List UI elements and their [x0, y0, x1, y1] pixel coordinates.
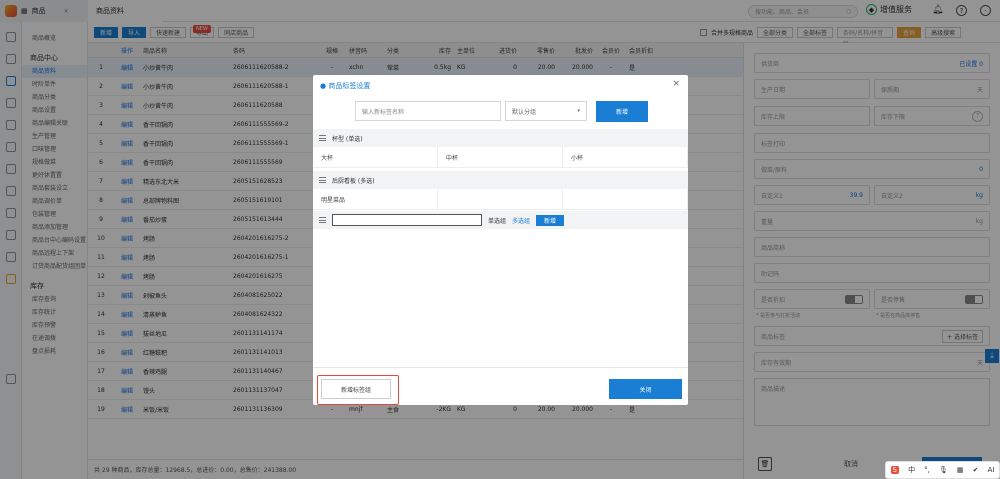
group-cup-size-title: 杯型 (单选)	[332, 135, 363, 143]
multi-select-option[interactable]: 多选组	[512, 216, 530, 225]
drag-handle-icon[interactable]	[319, 135, 326, 141]
group-kitchen-board-header: 后厨看板 (多选)	[313, 171, 688, 189]
group-kitchen-board-tags: 明星菜品	[313, 189, 688, 210]
chevron-down-icon: ▾	[577, 108, 580, 114]
tag-empty-cell	[563, 189, 688, 209]
group-kitchen-board-title: 后厨看板 (多选)	[332, 177, 375, 185]
group-cup-size-header: 杯型 (单选)	[313, 129, 688, 147]
highlight-box	[317, 375, 399, 405]
tag-medium[interactable]: 中杯	[438, 147, 563, 167]
dialog-footer-divider	[313, 367, 688, 368]
drag-handle-icon[interactable]	[319, 177, 326, 183]
ime-item[interactable]: 中	[908, 465, 915, 475]
dialog-close-button[interactable]: 关闭	[609, 379, 682, 399]
ime-item[interactable]: °,	[924, 466, 930, 474]
dialog-title-text: 商品标签设置	[328, 82, 371, 90]
ime-toolbar: S 中 °, 🎙 ▦ ✔ AI	[885, 461, 1000, 479]
ime-item[interactable]: ✔	[973, 466, 979, 474]
new-tag-name-input[interactable]: 输入新标签名称	[355, 101, 501, 121]
close-icon[interactable]: ×	[672, 79, 680, 89]
drag-handle-icon[interactable]	[319, 217, 326, 223]
new-group-row: 单选组 多选组 新增	[313, 211, 688, 229]
ime-item[interactable]: S	[890, 466, 899, 474]
group-select[interactable]: 默认分组 ▾	[505, 101, 587, 121]
tag-small[interactable]: 小杯	[563, 147, 688, 167]
group-select-value: 默认分组	[512, 108, 537, 116]
ime-item[interactable]: 🎙	[939, 466, 948, 474]
new-tag-placeholder: 输入新标签名称	[362, 108, 405, 116]
tag-empty-cell	[438, 189, 563, 209]
group-cup-size-tags: 大杯 中杯 小杯	[313, 147, 688, 168]
add-tag-button[interactable]: 新增	[596, 101, 648, 122]
ime-item[interactable]: ▦	[957, 466, 964, 474]
tag-star-dish[interactable]: 明星菜品	[313, 189, 438, 209]
tag-large[interactable]: 大杯	[313, 147, 438, 167]
tag-settings-dialog: ● 商品标签设置 × 输入新标签名称 默认分组 ▾ 新增 杯型 (单选) 大杯 …	[313, 75, 688, 405]
add-group-button[interactable]: 新增	[536, 214, 565, 226]
ime-item[interactable]: AI	[988, 466, 995, 474]
dialog-title: ● 商品标签设置	[320, 82, 371, 90]
new-group-name-input[interactable]	[332, 214, 482, 226]
single-select-option[interactable]: 单选组	[488, 216, 506, 225]
